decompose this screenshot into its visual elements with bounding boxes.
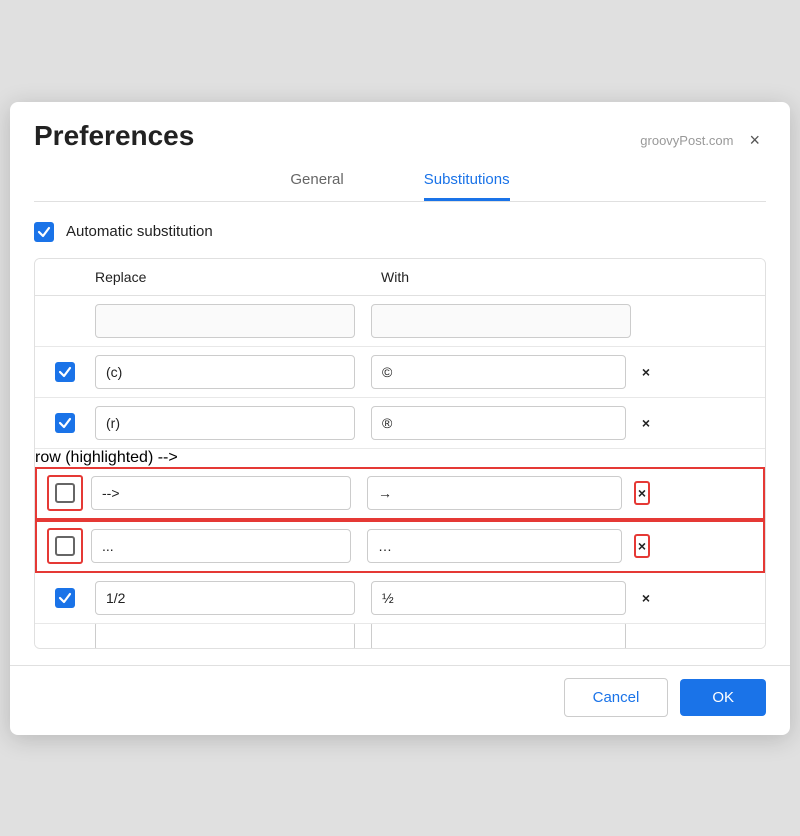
delete-cell-c: × [626, 360, 666, 384]
delete-cell-ellipsis: × [622, 534, 662, 558]
replace-input-ellipsis[interactable] [91, 529, 351, 563]
checkmark-icon-half [58, 591, 72, 605]
close-button[interactable]: × [743, 128, 766, 153]
replace-input-r[interactable] [95, 406, 355, 440]
table-row-arrow: × [35, 467, 765, 520]
replace-input-arrow[interactable] [91, 476, 351, 510]
dialog-title: Preferences [34, 120, 194, 152]
with-input-c[interactable] [371, 355, 626, 389]
watermark-label: groovyPost.com [640, 133, 733, 148]
with-input-ellipsis[interactable] [367, 529, 622, 563]
table-row-r: × [35, 398, 765, 449]
replace-input-new[interactable] [95, 304, 355, 338]
preferences-dialog: Preferences groovyPost.com × General Sub… [10, 102, 790, 735]
delete-button-c[interactable]: × [638, 360, 654, 384]
checkbox-r[interactable] [55, 413, 75, 433]
tab-substitutions[interactable]: Substitutions [424, 171, 510, 201]
checkmark-icon-c [58, 365, 72, 379]
replace-input-half[interactable] [95, 581, 355, 615]
checkbox-c[interactable] [55, 362, 75, 382]
checkbox-ellipsis[interactable] [55, 536, 75, 556]
with-input-half[interactable] [371, 581, 626, 615]
checkbox-half[interactable] [55, 588, 75, 608]
checkbox-arrow[interactable] [55, 483, 75, 503]
auto-substitution-checkbox[interactable] [34, 222, 54, 242]
checkmark-icon-r [58, 416, 72, 430]
row-check-arrow [47, 475, 83, 511]
checkmark-icon [37, 225, 51, 239]
row-check-half [35, 588, 95, 608]
ok-button[interactable]: OK [680, 679, 766, 716]
col-with-header: With [365, 269, 625, 285]
row-check-r [35, 413, 95, 433]
col-replace-header: Replace [95, 269, 365, 285]
replace-input-c[interactable] [95, 355, 355, 389]
delete-button-ellipsis[interactable]: × [634, 534, 650, 558]
row-check-c [35, 362, 95, 382]
table-row-partial [35, 624, 765, 648]
dialog-footer: Cancel OK [10, 665, 790, 735]
replace-input-partial[interactable] [95, 624, 355, 648]
tab-general[interactable]: General [290, 171, 343, 201]
tabs-bar: General Substitutions [34, 153, 766, 202]
cancel-button[interactable]: Cancel [564, 678, 669, 717]
row-check-ellipsis [47, 528, 83, 564]
table-header: Replace With [35, 259, 765, 296]
delete-cell-half: × [626, 586, 666, 610]
auto-substitution-row: Automatic substitution [34, 222, 766, 242]
table-row-half: × [35, 573, 765, 624]
with-input-partial[interactable] [371, 624, 626, 648]
header-right: groovyPost.com × [640, 120, 766, 153]
dialog-body: Automatic substitution Replace With [10, 202, 790, 665]
table-row-ellipsis: × [35, 520, 765, 573]
table-scroll-area[interactable]: × × [35, 296, 765, 648]
delete-button-half[interactable]: × [638, 586, 654, 610]
delete-cell-r: × [626, 411, 666, 435]
delete-cell-arrow: × [622, 481, 662, 505]
substitutions-table: Replace With [34, 258, 766, 649]
delete-button-arrow[interactable]: × [634, 481, 650, 505]
table-row-c: × [35, 347, 765, 398]
dialog-header: Preferences groovyPost.com × [10, 102, 790, 153]
auto-substitution-label: Automatic substitution [66, 223, 213, 240]
delete-button-r[interactable]: × [638, 411, 654, 435]
with-input-arrow[interactable] [367, 476, 622, 510]
with-input-new[interactable] [371, 304, 631, 338]
with-input-r[interactable] [371, 406, 626, 440]
table-row-new [35, 296, 765, 347]
